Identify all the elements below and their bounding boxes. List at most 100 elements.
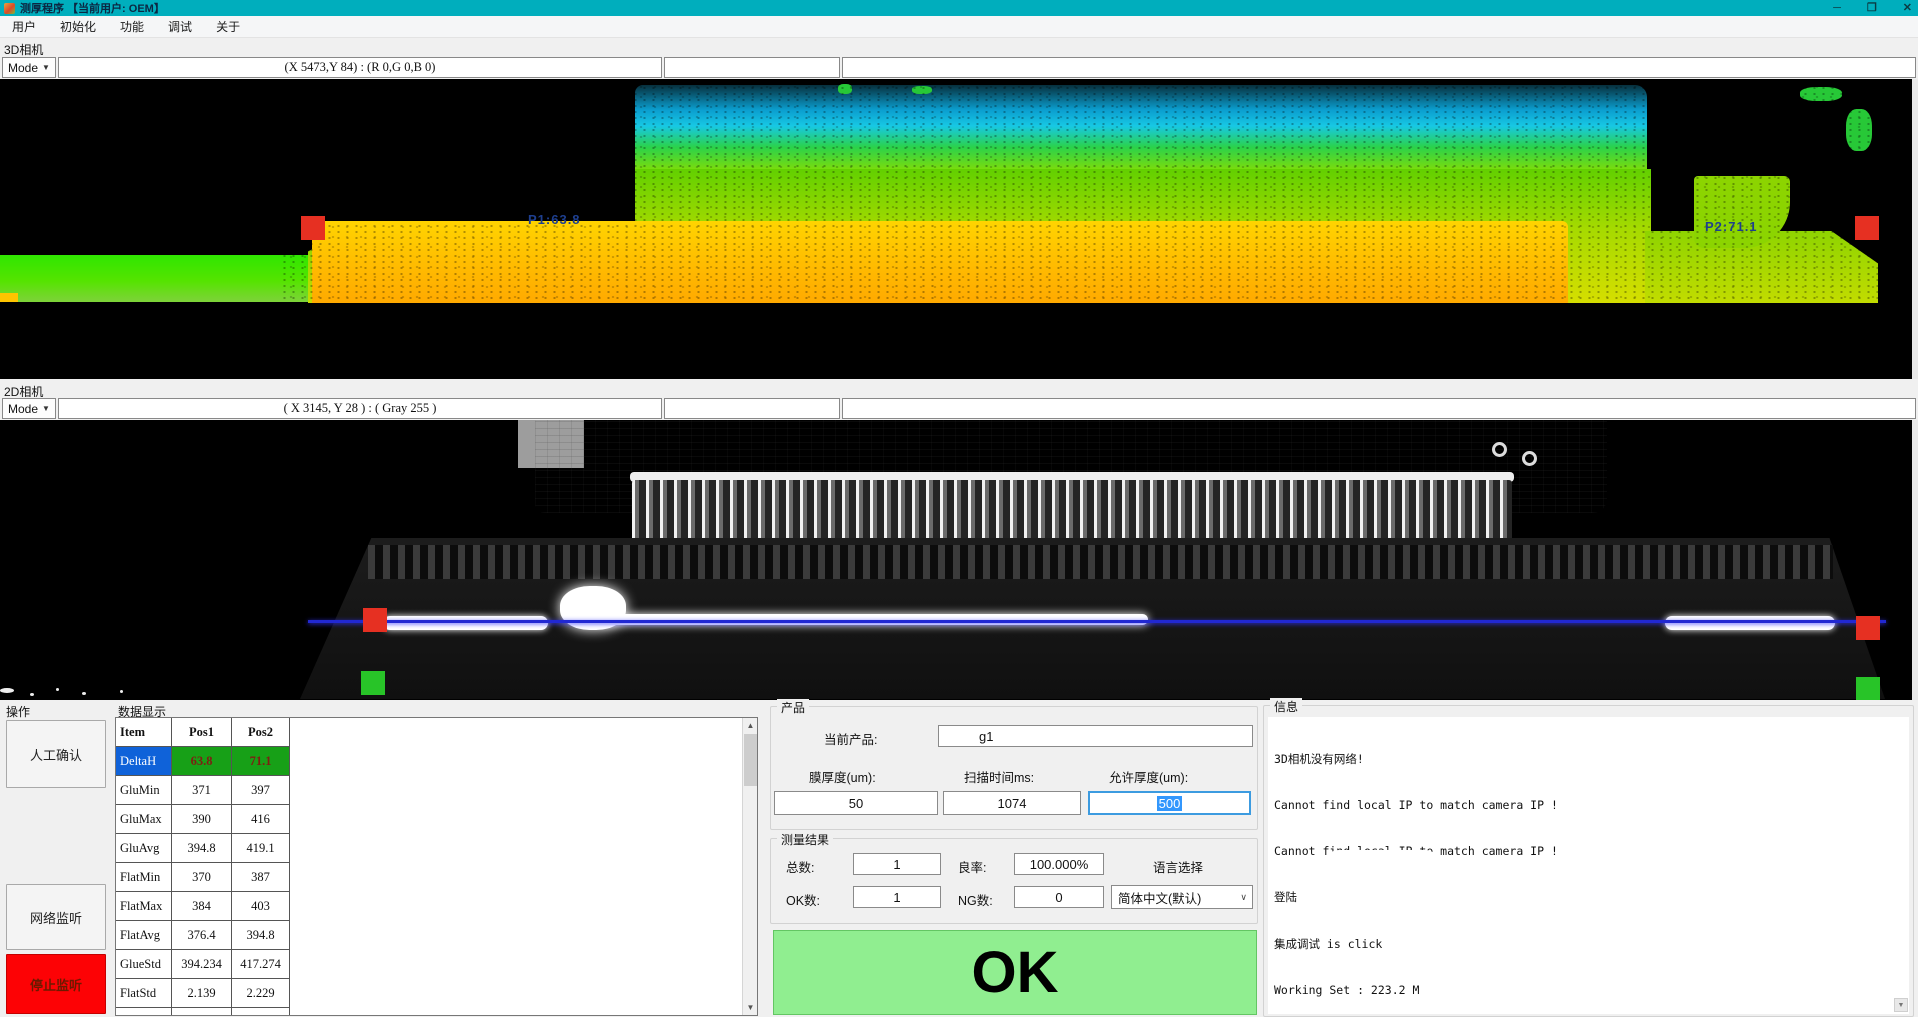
speckle <box>82 692 86 695</box>
log-line: Cannot find local IP to match camera IP … <box>1274 844 1745 859</box>
log-line: 登陆 is click <box>1274 890 1745 905</box>
log-line: Cannot find local IP to match camera IP … <box>1274 798 1745 813</box>
yield-input[interactable]: 100.000% <box>1014 853 1104 875</box>
results-groupbox: 测量结果 总数: 1 良率: 100.000% 语言选择 OK数: 1 NG数:… <box>770 838 1258 924</box>
camera3d-statusbox-2 <box>664 57 840 78</box>
scan-time-input[interactable]: 1074 <box>943 791 1081 815</box>
menu-debug[interactable]: 调试 <box>156 15 204 38</box>
camera3d-pixel-readout: (X 5473,Y 84) : (R 0,G 0,B 0) <box>58 57 662 78</box>
chevron-down-icon: ∨ <box>1240 892 1247 903</box>
app-icon <box>4 3 15 14</box>
network-listen-button[interactable]: 网络监听 <box>6 884 106 950</box>
camera3d-view[interactable]: P1:63.8 P2:71.1 <box>0 79 1918 379</box>
speckle <box>120 690 123 693</box>
table-row-flatstd[interactable]: FlatStd 2.139 2.229 <box>116 979 290 1008</box>
allow-thickness-input[interactable]: 500 <box>1088 791 1251 815</box>
heightmap-top-band <box>635 85 1647 174</box>
camera3d-mode-button[interactable]: Mode ▼ <box>2 57 56 78</box>
selected-text: 500 <box>1157 796 1183 811</box>
heightmap-speck <box>1846 109 1872 151</box>
log-line: 集成调试 is click <box>1274 937 1745 952</box>
close-icon[interactable]: ✕ <box>1903 0 1912 16</box>
measure-cross-left <box>363 608 387 632</box>
language-label: 语言选择 <box>1153 857 1203 876</box>
base-pad-band <box>368 545 1833 579</box>
log-line: 3D相机没有网络! <box>1274 752 1745 767</box>
speckle <box>30 693 34 696</box>
camera2d-view[interactable] <box>0 420 1918 700</box>
camera3d-statusbox-3 <box>842 57 1916 78</box>
menu-user[interactable]: 用户 <box>0 15 48 38</box>
camera2d-statusbox-3 <box>842 398 1916 419</box>
allow-thickness-label: 允许厚度(um): <box>1109 767 1188 786</box>
speckle <box>0 688 14 693</box>
info-title: 信息 <box>1270 698 1302 715</box>
menu-function[interactable]: 功能 <box>108 15 156 38</box>
stop-listen-button[interactable]: 停止监听 <box>6 954 106 1014</box>
menu-bar: 用户 初始化 功能 调试 关于 <box>0 16 1918 38</box>
operations-title: 操作 <box>6 703 30 720</box>
col-pos1: Pos1 <box>172 718 232 747</box>
col-item: Item <box>116 718 172 747</box>
measure-line <box>308 620 1886 623</box>
col-pos2: Pos2 <box>232 718 290 747</box>
verdict-panel: OK <box>773 930 1257 1015</box>
camera2d-pixel-readout: ( X 3145, Y 28 ) : ( Gray 255 ) <box>58 398 662 419</box>
reference-cross-left <box>361 671 385 695</box>
log-line: Working Set : 223.2 M <box>1274 983 1745 998</box>
maximize-icon[interactable]: ❐ <box>1867 0 1877 16</box>
speckle <box>56 688 59 691</box>
ok-count-label: OK数: <box>786 890 820 909</box>
log-scroll-down-icon[interactable]: ▼ <box>1894 998 1908 1012</box>
camera3d-toolbar: Mode ▼ (X 5473,Y 84) : (R 0,G 0,B 0) <box>0 56 1918 79</box>
pcb-ring-pad <box>1492 442 1507 457</box>
table-row-flatmax[interactable]: FlatMax 384 403 <box>116 892 290 921</box>
table-scrollbar[interactable]: ▲ ▼ <box>742 718 757 1015</box>
minimize-icon[interactable]: ─ <box>1833 0 1841 16</box>
verdict-text: OK <box>972 939 1059 1006</box>
table-row-glumin[interactable]: GluMin 371 397 <box>116 776 290 805</box>
current-product-input[interactable]: g1 <box>938 725 1253 747</box>
product-title: 产品 <box>777 699 809 716</box>
results-title: 测量结果 <box>777 831 833 848</box>
glue-bead-right <box>1665 616 1835 630</box>
film-thickness-label: 膜厚度(um): <box>809 767 876 786</box>
menu-about[interactable]: 关于 <box>204 15 252 38</box>
table-header-row: Item Pos1 Pos2 <box>116 718 290 747</box>
chevron-down-icon: ▼ <box>42 404 50 413</box>
table-row-glumax[interactable]: GluMax 390 416 <box>116 805 290 834</box>
current-product-label: 当前产品: <box>824 729 877 748</box>
scroll-up-icon[interactable]: ▲ <box>743 718 758 733</box>
film-thickness-input[interactable]: 50 <box>774 791 938 815</box>
title-bar: 测厚程序 【当前用户: OEM】 ─ ❐ ✕ <box>0 0 1918 16</box>
measure-cross-p1 <box>301 216 325 240</box>
table-row-gluavg[interactable]: GluAvg 394.8 419.1 <box>116 834 290 863</box>
manual-confirm-button[interactable]: 人工确认 <box>6 720 106 788</box>
menu-initialize[interactable]: 初始化 <box>48 15 108 38</box>
table-row-deltah[interactable]: DeltaH 63.8 71.1 <box>116 747 290 776</box>
scrollbar-thumb[interactable] <box>744 734 757 786</box>
total-input[interactable]: 1 <box>853 853 941 875</box>
info-log[interactable]: 3D相机没有网络! Cannot find local IP to match … <box>1268 717 1909 1014</box>
camera2d-toolbar: Mode ▼ ( X 3145, Y 28 ) : ( Gray 255 ) <box>0 397 1918 420</box>
product-groupbox: 产品 当前产品: g1 膜厚度(um): 扫描时间ms: 允许厚度(um): 5… <box>770 706 1258 830</box>
window-title: 测厚程序 【当前用户: OEM】 <box>20 0 165 16</box>
camera2d-mode-button[interactable]: Mode ▼ <box>2 398 56 419</box>
annotation-p2: P2:71.1 <box>1705 219 1758 234</box>
table-row-x[interactable]: X 2503.5 7966.7 <box>116 1008 290 1016</box>
info-groupbox: 信息 3D相机没有网络! Cannot find local IP to mat… <box>1263 705 1914 1017</box>
table-row-flatmin[interactable]: FlatMin 370 387 <box>116 863 290 892</box>
heightmap-speck <box>912 86 932 94</box>
language-select[interactable]: 简体中文(默认) ∨ <box>1111 885 1253 909</box>
annotation-p1: P1:63.8 <box>528 212 581 227</box>
ng-count-input[interactable]: 0 <box>1014 886 1104 908</box>
app-window: 测厚程序 【当前用户: OEM】 ─ ❐ ✕ 用户 初始化 功能 调试 关于 3… <box>0 0 1918 1017</box>
pcb-ring-pad <box>1522 451 1537 466</box>
total-label: 总数: <box>786 857 814 876</box>
table-row-flatavg[interactable]: FlatAvg 376.4 394.8 <box>116 921 290 950</box>
scroll-down-icon[interactable]: ▼ <box>743 1000 758 1015</box>
table-row-gluestd[interactable]: GlueStd 394.234 417.274 <box>116 950 290 979</box>
measure-cross-right <box>1856 616 1880 640</box>
ok-count-input[interactable]: 1 <box>853 886 941 908</box>
yield-label: 良率: <box>958 857 986 876</box>
